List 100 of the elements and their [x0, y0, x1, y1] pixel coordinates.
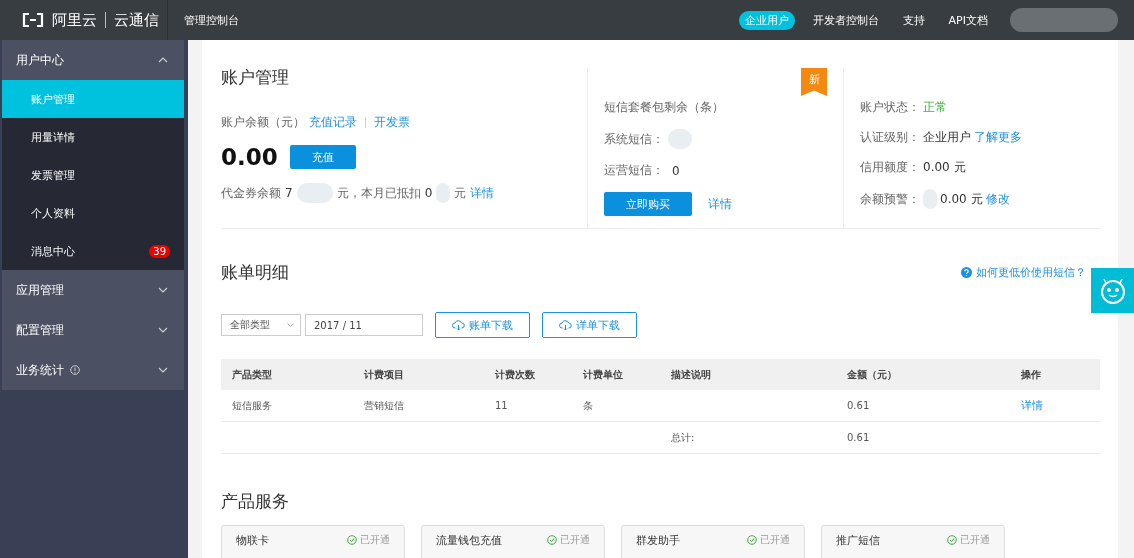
item-label: 消息中心 — [31, 243, 76, 259]
download-button[interactable]: 账单下载 — [435, 312, 530, 338]
column-header: 金额（元） — [846, 367, 898, 382]
chevron-down-icon — [158, 367, 168, 373]
product-name: 云通信 — [114, 10, 159, 30]
nav-link[interactable]: API文档 — [942, 10, 994, 30]
detail-link[interactable]: 详情 — [1010, 399, 1043, 412]
column-header: 计费单位 — [582, 367, 624, 382]
balance-label: 账户余额（元） — [221, 114, 305, 131]
group-label: 配置管理 — [16, 321, 64, 339]
sidebar-group[interactable]: 应用管理 — [2, 270, 184, 310]
voucher-value: 7 — [285, 186, 293, 200]
column-header: 产品类型 — [231, 367, 273, 382]
chevron-up-icon — [158, 57, 168, 63]
table-cell-text: 短信服务 — [231, 398, 273, 413]
check-circle-icon — [547, 535, 557, 545]
table-cell-text: 条 — [582, 398, 594, 413]
account-link[interactable]: 开发票 — [374, 114, 410, 131]
check-circle-icon — [947, 535, 957, 545]
sidebar-group[interactable]: 用户中心 — [2, 40, 184, 80]
product-status: 已开通 — [747, 533, 790, 547]
account-link[interactable]: 充值记录 — [309, 114, 357, 131]
status-value: 0.00 元 — [940, 190, 983, 208]
voucher-label: 代金券余额 — [221, 184, 281, 202]
item-label: 账户管理 — [31, 91, 76, 107]
product-status: 已开通 — [547, 533, 590, 547]
total-label: 总计: — [670, 430, 696, 445]
status-label: 余额预警： — [860, 190, 920, 208]
info-icon — [70, 365, 80, 375]
item-label: 发票管理 — [31, 167, 76, 183]
section-title: 产品服务 — [221, 490, 290, 513]
section-title: 账户管理 — [221, 66, 290, 89]
product-name: 群发助手 — [636, 533, 680, 548]
chevron-down-icon — [158, 287, 168, 293]
nav-link[interactable]: 支持 — [896, 10, 931, 30]
product-card[interactable]: 群发助手 已开通 — [621, 525, 805, 558]
sidebar-item[interactable]: 用量详情 — [2, 118, 184, 156]
product-status: 已开通 — [347, 533, 390, 547]
download-button[interactable]: 详单下载 — [542, 312, 637, 338]
product-card[interactable]: 流量钱包充值 已开通 — [421, 525, 605, 558]
help-icon — [961, 267, 972, 278]
status-link[interactable]: 修改 — [985, 190, 1010, 208]
item-label: 用量详情 — [31, 129, 76, 145]
balance-amount: 0.00 — [221, 144, 278, 170]
chevron-down-icon — [287, 323, 294, 327]
column-header: 计费项目 — [363, 367, 405, 382]
assistant-widget[interactable] — [1091, 268, 1134, 313]
column-header: 计费次数 — [494, 367, 536, 382]
unit-text: 元 — [454, 184, 467, 202]
logo-icon — [22, 13, 44, 27]
type-select[interactable]: 全部类型 — [221, 314, 301, 336]
table-cell-text: 0.61 — [846, 400, 871, 411]
voucher-text: 元，本月已抵扣 — [336, 184, 421, 202]
group-label: 业务统计 — [16, 361, 64, 379]
package-title: 短信套餐包剩余（条） — [604, 99, 724, 116]
check-circle-icon — [747, 535, 757, 545]
status-value: 0.00 元 — [923, 159, 966, 176]
column-header: 描述说明 — [670, 367, 712, 382]
package-label: 系统短信： — [604, 130, 664, 148]
product-card[interactable]: 推广短信 已开通 — [821, 525, 1005, 558]
redacted-user-block[interactable] — [1010, 8, 1118, 32]
deducted-value: 0 — [424, 186, 433, 200]
status-label: 信用额度： — [860, 159, 920, 176]
cloud-download-icon — [452, 319, 465, 331]
package-label: 运营短信： — [604, 162, 664, 179]
table-cell-text: 11 — [494, 400, 509, 411]
nav-link[interactable]: 开发者控制台 — [806, 10, 885, 30]
sidebar-item[interactable]: 发票管理 — [2, 156, 184, 194]
column-header: 操作 — [1020, 367, 1042, 382]
console-link[interactable]: 管理控制台 — [184, 12, 239, 28]
new-flag: 新 — [801, 68, 827, 96]
package-value: 0 — [672, 163, 680, 178]
chevron-down-icon — [158, 327, 168, 333]
group-label: 应用管理 — [16, 281, 64, 299]
help-link[interactable]: 如何更低价使用短信？ — [961, 265, 1086, 280]
product-card[interactable]: 物联卡 已开通 — [221, 525, 405, 558]
sidebar-group[interactable]: 业务统计 — [2, 350, 184, 390]
status-label: 账户状态： — [860, 99, 920, 116]
status-value: 企业用户 — [923, 129, 971, 146]
product-name: 物联卡 — [236, 533, 269, 548]
table-cell-text: 营销短信 — [363, 398, 405, 413]
sidebar-group[interactable]: 配置管理 — [2, 310, 184, 350]
status-label: 认证级别： — [860, 129, 920, 146]
product-name: 流量钱包充值 — [436, 533, 502, 548]
sidebar-item[interactable]: 消息中心 39 — [2, 232, 184, 270]
logo-text: 阿里云 — [52, 10, 97, 30]
section-title: 账单明细 — [221, 261, 289, 284]
total-value: 0.61 — [846, 432, 871, 443]
check-circle-icon — [347, 535, 357, 545]
product-name: 推广短信 — [836, 533, 880, 548]
sidebar-item[interactable]: 个人资料 — [2, 194, 184, 232]
group-label: 用户中心 — [16, 51, 64, 69]
count-badge: 39 — [149, 244, 170, 258]
product-status: 已开通 — [947, 533, 990, 547]
cloud-download-icon — [559, 319, 572, 331]
item-label: 个人资料 — [31, 205, 76, 221]
status-link[interactable]: 了解更多 — [974, 129, 1022, 146]
detail-link[interactable]: 详情 — [708, 195, 732, 213]
month-field[interactable]: 2017 / 11 — [305, 314, 423, 336]
detail-link[interactable]: 详情 — [470, 184, 495, 202]
